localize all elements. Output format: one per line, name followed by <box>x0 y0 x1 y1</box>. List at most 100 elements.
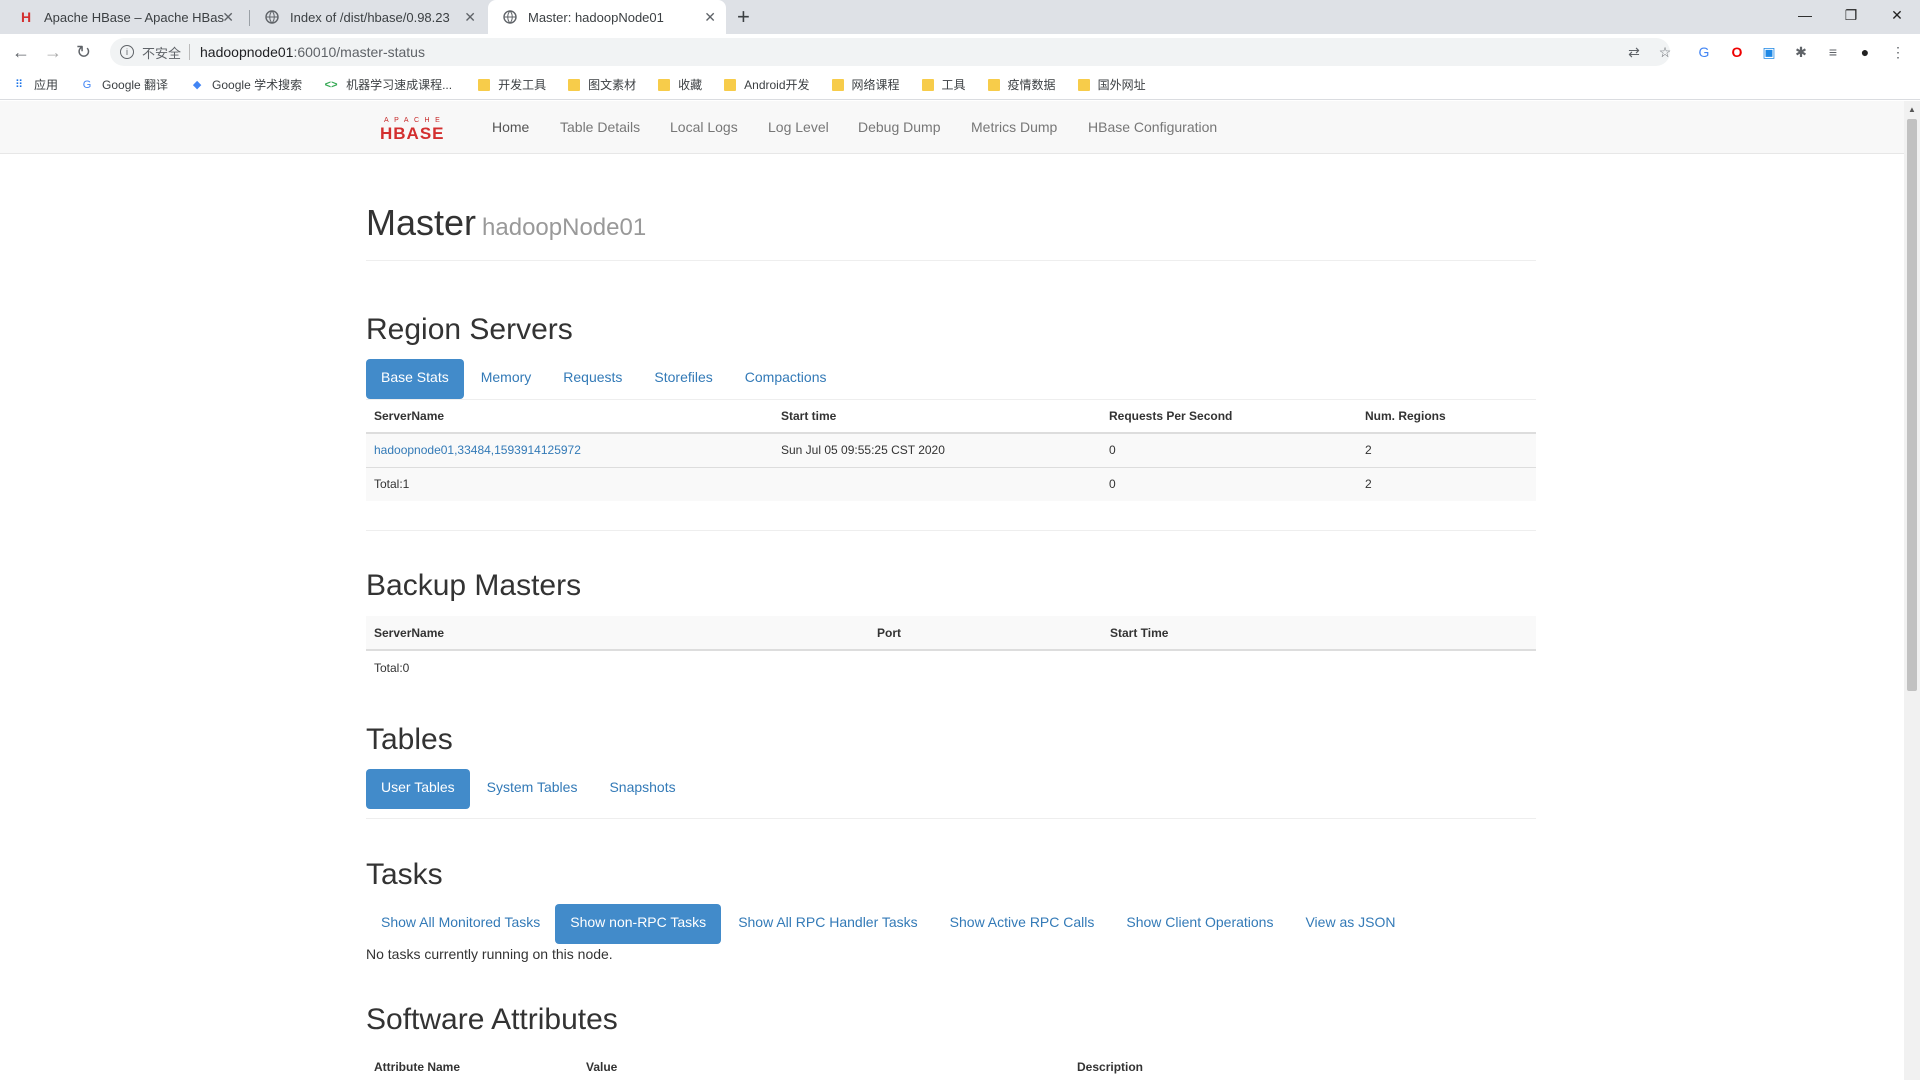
restore-icon[interactable]: ❐ <box>1828 0 1874 30</box>
tab-compactions[interactable]: Compactions <box>730 359 842 399</box>
folder-icon <box>1077 78 1090 91</box>
back-icon[interactable]: ← <box>12 42 30 63</box>
bookmark-ml-crash-course[interactable]: <> 机器学习速成课程... <box>324 76 452 93</box>
table-cell: 2 <box>1357 466 1536 501</box>
column-header: Attribute Name <box>366 1050 578 1080</box>
browser-tab-index[interactable]: Index of /dist/hbase/0.98.23 ✕ <box>250 0 486 34</box>
nav-debug-dump[interactable]: Debug Dump <box>858 119 941 135</box>
url-field[interactable]: i 不安全 hadoopnode01 :60010/master-status <box>110 38 1670 66</box>
tasks-filter-tabs: Show All Monitored Tasks Show non-RPC Ta… <box>366 904 1412 944</box>
bookmark-folder[interactable]: 图文素材 <box>568 76 636 93</box>
extensions-icon[interactable]: ✱ <box>1793 44 1809 60</box>
window-close-icon[interactable]: ✕ <box>1874 0 1920 30</box>
bookmark-apps[interactable]: ⠿ 应用 <box>12 76 58 93</box>
page-scrollbar[interactable]: ▲ <box>1904 101 1920 1080</box>
tab-show-non-rpc-tasks[interactable]: Show non-RPC Tasks <box>555 904 722 944</box>
nav-table-details[interactable]: Table Details <box>560 119 640 135</box>
close-icon[interactable]: ✕ <box>464 9 476 26</box>
reload-icon[interactable]: ↻ <box>76 42 91 63</box>
url-host: hadoopnode01 <box>200 44 294 60</box>
software-attributes-table: Attribute Name Value Description <box>366 1050 1536 1080</box>
nav-metrics-dump[interactable]: Metrics Dump <box>971 119 1057 135</box>
url-path: :60010/master-status <box>293 44 425 60</box>
nav-home[interactable]: Home <box>492 119 529 135</box>
hbase-icon: H <box>20 9 32 25</box>
column-header: ServerName <box>366 616 869 651</box>
tab-title: Master: hadoopNode01 <box>528 9 664 25</box>
scroll-up-arrow-icon[interactable]: ▲ <box>1908 105 1916 114</box>
table-cell: Total:0 <box>374 660 410 675</box>
bookmark-folder[interactable]: 工具 <box>921 76 966 93</box>
bookmark-folder[interactable]: 网络课程 <box>831 76 900 93</box>
opera-ext-icon[interactable]: O <box>1729 44 1745 60</box>
tab-system-tables[interactable]: System Tables <box>472 769 593 809</box>
bookmark-label: 疫情数据 <box>1007 78 1056 92</box>
address-bar: ← → ↻ i 不安全 hadoopnode01 :60010/master-s… <box>0 34 1920 70</box>
folder-icon <box>478 78 491 91</box>
bookmark-folder[interactable]: 疫情数据 <box>987 76 1056 93</box>
tab-show-all-rpc-handler-tasks[interactable]: Show All RPC Handler Tasks <box>723 904 932 944</box>
bookmark-google-translate[interactable]: G Google 翻译 <box>80 76 168 93</box>
bookmark-label: Google 学术搜索 <box>212 78 303 92</box>
tab-show-client-operations[interactable]: Show Client Operations <box>1111 904 1288 944</box>
bookmark-folder[interactable]: 国外网址 <box>1077 76 1146 93</box>
column-header: Value <box>578 1050 1069 1080</box>
tab-user-tables[interactable]: User Tables <box>366 769 470 809</box>
bookmark-folder[interactable]: Android开发 <box>724 76 810 93</box>
tab-show-active-rpc-calls[interactable]: Show Active RPC Calls <box>935 904 1110 944</box>
bookmark-label: 国外网址 <box>1097 78 1146 92</box>
bookmark-folder[interactable]: 收藏 <box>658 76 702 93</box>
bookmarks-bar: ⠿ 应用 G Google 翻译 ◆ Google 学术搜索 <> 机器学习速成… <box>0 70 1920 100</box>
server-name-link[interactable]: hadoopnode01,33484,1593914125972 <box>366 432 773 467</box>
tab-memory[interactable]: Memory <box>466 359 547 399</box>
nav-hbase-configuration[interactable]: HBase Configuration <box>1088 119 1217 135</box>
tab-title: Index of /dist/hbase/0.98.23 <box>290 9 450 25</box>
bookmark-folder[interactable]: 开发工具 <box>478 76 546 93</box>
screenshot-ext-icon[interactable]: ▣ <box>1761 44 1777 60</box>
profile-avatar-icon[interactable]: ● <box>1857 44 1873 60</box>
tab-snapshots[interactable]: Snapshots <box>594 769 690 809</box>
column-header: Start time <box>773 399 1101 434</box>
forward-icon[interactable]: → <box>44 42 62 63</box>
tab-storefiles[interactable]: Storefiles <box>639 359 727 399</box>
column-header: Num. Regions <box>1357 399 1536 434</box>
table-cell: 0 <box>1101 432 1357 467</box>
translate-page-icon[interactable]: ⇄ <box>1626 44 1642 60</box>
apps-grid-icon: ⠿ <box>14 79 24 91</box>
info-icon[interactable]: i <box>120 45 134 59</box>
tab-view-as-json[interactable]: View as JSON <box>1290 904 1410 944</box>
folder-icon <box>921 78 934 91</box>
new-tab-icon[interactable]: + <box>737 4 750 30</box>
bookmark-label: 网络课程 <box>851 78 900 92</box>
hbase-logo[interactable]: APACHE HBASE <box>380 115 464 141</box>
menu-kebab-icon[interactable]: ⋮ <box>1890 44 1906 60</box>
table-row-total: Total:1 0 2 <box>366 466 1536 501</box>
bookmark-label: 开发工具 <box>498 78 547 92</box>
scrollbar-thumb[interactable] <box>1907 119 1917 691</box>
reading-list-icon[interactable]: ≡ <box>1825 44 1841 60</box>
folder-icon <box>568 78 581 91</box>
google-scholar-icon: ◆ <box>192 79 202 91</box>
close-icon[interactable]: ✕ <box>704 9 716 26</box>
close-icon[interactable]: ✕ <box>222 9 234 26</box>
google-translate-ext-icon[interactable]: G <box>1696 44 1712 60</box>
browser-tab-strip: H Apache HBase – Apache HBase ✕ Index of… <box>0 0 1920 34</box>
minimize-icon[interactable]: — <box>1782 0 1828 30</box>
browser-tab-master[interactable]: Master: hadoopNode01 ✕ <box>488 0 726 34</box>
column-header: Description <box>1069 1050 1536 1080</box>
tab-show-all-monitored-tasks[interactable]: Show All Monitored Tasks <box>366 904 555 944</box>
backup-masters-table: ServerName Port Start Time Total:0 <box>366 616 1536 684</box>
bookmark-google-scholar[interactable]: ◆ Google 学术搜索 <box>190 76 302 93</box>
tab-requests[interactable]: Requests <box>548 359 637 399</box>
star-icon[interactable]: ☆ <box>1657 44 1673 60</box>
column-header: ServerName <box>366 399 773 434</box>
tab-base-stats[interactable]: Base Stats <box>366 359 464 399</box>
nav-local-logs[interactable]: Local Logs <box>670 119 738 135</box>
nav-log-level[interactable]: Log Level <box>768 119 829 135</box>
browser-tab-hbase[interactable]: H Apache HBase – Apache HBase ✕ <box>4 0 244 34</box>
page-subtitle: hadoopNode01 <box>482 214 647 241</box>
page-header: Master hadoopNode01 <box>366 202 1536 261</box>
svg-text:APACHE: APACHE <box>384 117 445 124</box>
no-tasks-message: No tasks currently running on this node. <box>366 946 613 962</box>
bookmark-label: 应用 <box>34 78 59 92</box>
